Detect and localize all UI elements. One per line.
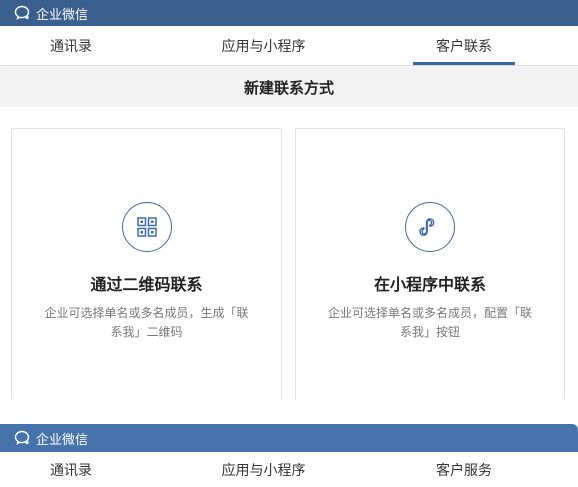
wecom-logo-icon [12,3,32,23]
miniprogram-contact-card[interactable]: 在小程序中联系 企业可选择单名或多名成员，配置「联系我」按钮 [295,128,565,400]
page-title: 新建联系方式 [0,67,578,107]
tab-customer-service[interactable]: 客户服务 [385,452,543,487]
miniprogram-card-description: 企业可选择单名或多名成员，配置「联系我」按钮 [327,306,532,339]
tab-contacts-secondary[interactable]: 通讯录 [0,452,142,487]
qrcode-contact-card[interactable]: 通过二维码联系 企业可选择单名或多名成员，生成「联系我」二维码 [11,128,282,400]
miniprogram-card-title: 在小程序中联系 [373,275,486,294]
app-title: 企业微信 [36,7,89,23]
tab-apps-miniprograms[interactable]: 应用与小程序 [142,26,385,65]
tab-customer-contact[interactable]: 客户联系 [385,26,543,65]
app-titlebar-secondary: 企业微信 [0,424,578,452]
tab-apps-miniprograms-secondary[interactable]: 应用与小程序 [142,452,385,487]
contact-method-options: 通过二维码联系 企业可选择单名或多名成员，生成「联系我」二维码 在小程序中联系 … [0,107,578,400]
mini-program-icon [405,202,455,252]
tab-contacts[interactable]: 通讯录 [0,26,142,65]
app-title-secondary: 企业微信 [36,432,89,448]
qrcode-icon [121,202,172,252]
window-gap [0,400,578,424]
top-nav-tabs: 通讯录 应用与小程序 客户联系 [0,26,578,66]
qrcode-card-title: 通过二维码联系 [90,275,203,294]
bottom-nav-tabs: 通讯录 应用与小程序 客户服务 [0,452,578,487]
app-titlebar: 企业微信 [0,0,578,26]
wecom-logo-icon [12,428,32,448]
qrcode-card-description: 企业可选择单名或多名成员，生成「联系我」二维码 [44,306,249,339]
